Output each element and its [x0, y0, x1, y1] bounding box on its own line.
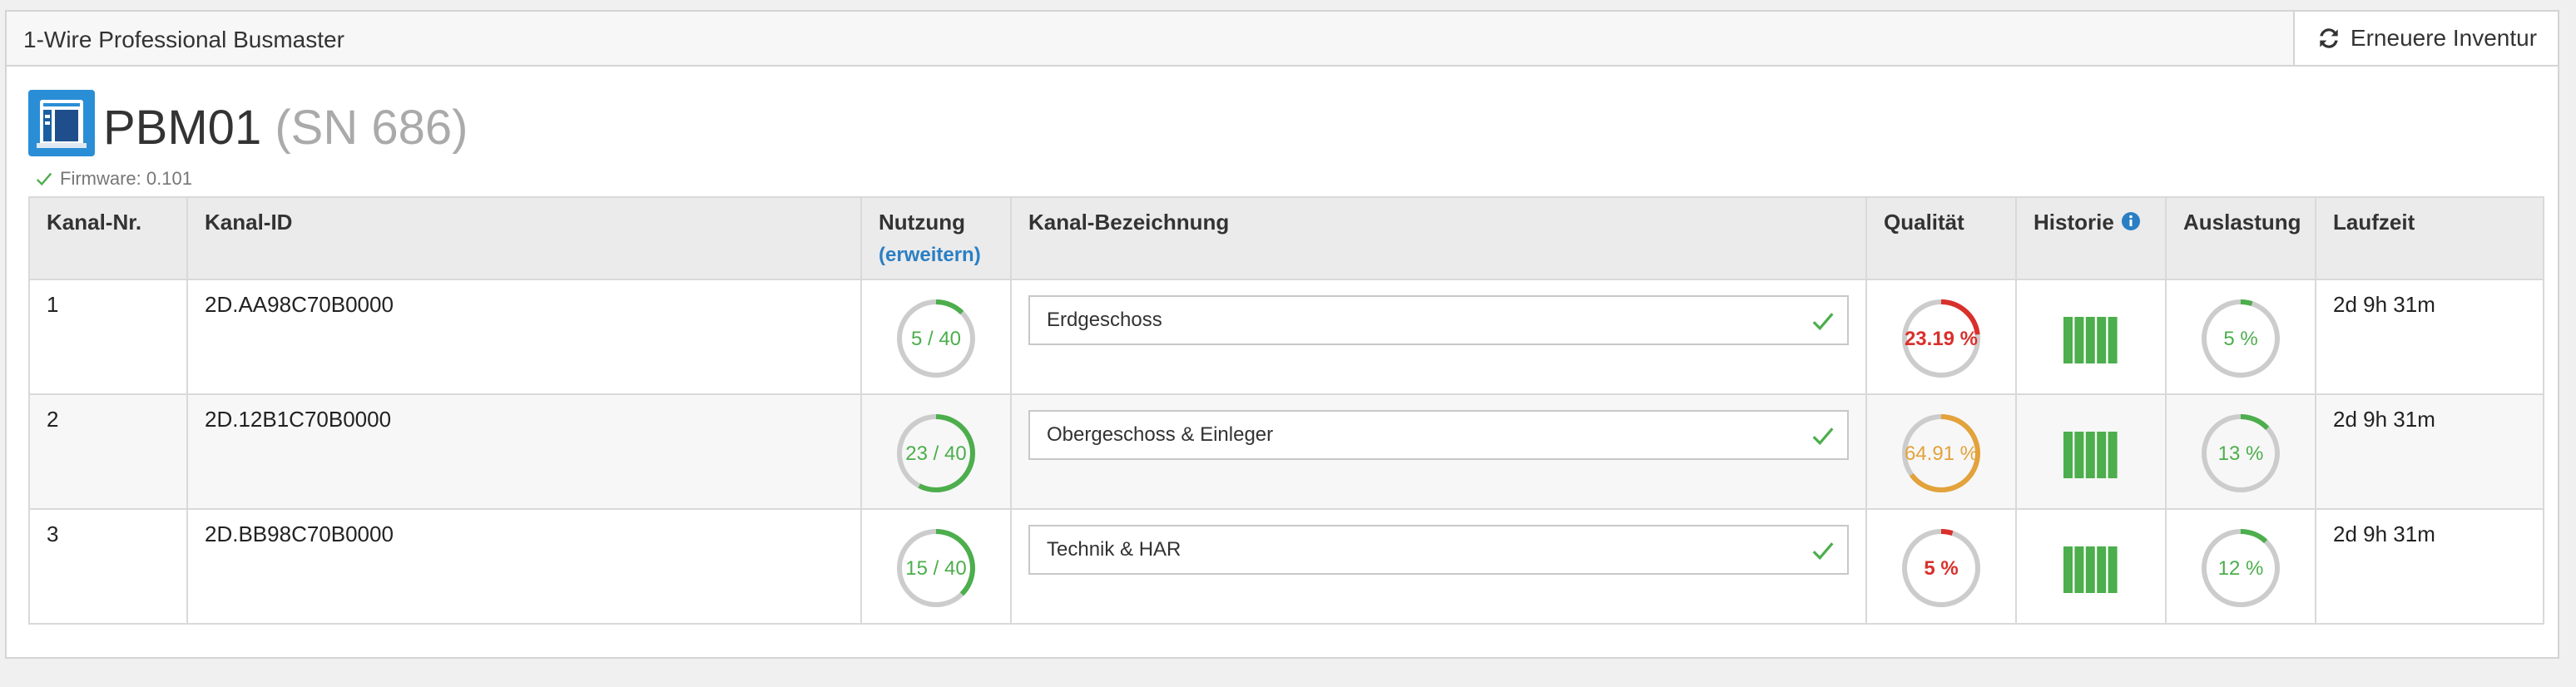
refresh-inventory-label: Erneuere Inventur	[2350, 25, 2538, 51]
device-title: PBM01 (SN 686)	[103, 100, 468, 156]
quality-gauge-value: 5 %	[1924, 557, 1958, 580]
history-bar	[2085, 317, 2095, 363]
quality-cell: 23.19 %	[1865, 279, 2017, 395]
check-icon	[1812, 428, 1834, 446]
history-bar	[2108, 432, 2118, 478]
channel-number: 3	[28, 508, 188, 625]
load-gauge: 5 %	[2202, 299, 2280, 378]
firmware-version: Firmware: 0.101	[60, 168, 192, 189]
load-cell: 5 %	[2165, 279, 2316, 395]
channel-label-cell	[1010, 508, 1867, 625]
busmaster-device-icon	[28, 90, 95, 156]
channel-table: Kanal-Nr. Kanal-ID Nutzung (erweitern) K…	[28, 196, 2544, 625]
quality-gauge: 23.19 %	[1902, 299, 1980, 378]
header-quality[interactable]: Qualität	[1865, 196, 2017, 280]
firmware-info: Firmware: 0.101	[35, 168, 192, 190]
header-runtime[interactable]: Laufzeit	[2315, 196, 2544, 280]
runtime: 2d 9h 31m	[2315, 279, 2544, 395]
channel-id: 2D.AA98C70B0000	[186, 279, 862, 395]
usage-gauge-value: 5 / 40	[911, 328, 961, 350]
device-name: PBM01	[103, 101, 262, 155]
history-bars-icon[interactable]	[2063, 546, 2118, 593]
usage-cell: 15 / 40	[860, 508, 1012, 625]
info-icon[interactable]	[2121, 211, 2141, 231]
load-gauge-value: 12 %	[2218, 557, 2264, 580]
channel-label-field	[1028, 525, 1849, 575]
usage-cell: 23 / 40	[860, 393, 1012, 510]
history-bar	[2085, 546, 2095, 593]
history-bar	[2108, 317, 2118, 363]
header-history[interactable]: Historie	[2015, 196, 2167, 280]
channel-row: 22D.12B1C70B0000 23 / 40 64.91 % 13 % 2d 9h …	[28, 393, 2544, 510]
channel-label-input[interactable]	[1030, 526, 1812, 573]
quality-gauge: 64.91 %	[1902, 414, 1980, 492]
load-gauge: 13 %	[2202, 414, 2280, 492]
check-icon	[36, 172, 52, 186]
quality-cell: 64.91 %	[1865, 393, 2017, 510]
quality-gauge: 5 %	[1902, 529, 1980, 607]
refresh-inventory-button[interactable]: Erneuere Inventur	[2293, 12, 2558, 65]
load-cell: 13 %	[2165, 393, 2316, 510]
history-cell	[2015, 279, 2167, 395]
header-channel-no[interactable]: Kanal-Nr.	[28, 196, 188, 280]
channel-label-input[interactable]	[1030, 297, 1812, 344]
quality-cell: 5 %	[1865, 508, 2017, 625]
history-bars-icon[interactable]	[2063, 432, 2118, 478]
history-bar	[2097, 317, 2107, 363]
history-bar	[2063, 317, 2073, 363]
history-cell	[2015, 393, 2167, 510]
check-icon	[1812, 542, 1834, 561]
quality-gauge-value: 64.91 %	[1905, 442, 1978, 465]
history-bar	[2074, 432, 2084, 478]
header-usage[interactable]: Nutzung (erweitern)	[860, 196, 1012, 280]
channel-number: 2	[28, 393, 188, 510]
device-serial: (SN 686)	[275, 101, 468, 155]
check-icon	[1812, 313, 1834, 331]
header-load[interactable]: Auslastung	[2165, 196, 2316, 280]
history-cell	[2015, 508, 2167, 625]
history-bar	[2097, 546, 2107, 593]
channel-row: 32D.BB98C70B0000 15 / 40 5 % 12 % 2d 9h 31m	[28, 508, 2544, 625]
header-channel-id[interactable]: Kanal-ID	[186, 196, 862, 280]
history-bar	[2074, 546, 2084, 593]
header-channel-label[interactable]: Kanal-Bezeichnung	[1010, 196, 1867, 280]
usage-expand-link[interactable]: (erweitern)	[879, 244, 993, 267]
history-bars-icon[interactable]	[2063, 317, 2118, 363]
channel-label-field	[1028, 295, 1849, 345]
header-usage-label: Nutzung	[879, 210, 965, 235]
load-cell: 12 %	[2165, 508, 2316, 625]
header-history-label: Historie	[2034, 210, 2114, 235]
channel-id: 2D.12B1C70B0000	[186, 393, 862, 510]
channel-id: 2D.BB98C70B0000	[186, 508, 862, 625]
runtime: 2d 9h 31m	[2315, 393, 2544, 510]
load-gauge: 12 %	[2202, 529, 2280, 607]
load-gauge-value: 13 %	[2218, 442, 2264, 465]
panel-header: 1-Wire Professional Busmaster Erneuere I…	[7, 12, 2558, 67]
channel-label-field	[1028, 410, 1849, 460]
history-bar	[2063, 546, 2073, 593]
channel-row: 12D.AA98C70B0000 5 / 40 23.19 % 5 % 2d 9h 31…	[28, 279, 2544, 395]
usage-gauge: 5 / 40	[897, 299, 975, 378]
history-bar	[2063, 432, 2073, 478]
history-bar	[2074, 317, 2084, 363]
runtime: 2d 9h 31m	[2315, 508, 2544, 625]
load-gauge-value: 5 %	[2223, 328, 2257, 350]
refresh-icon	[2320, 28, 2338, 48]
history-bar	[2085, 432, 2095, 478]
channel-number: 1	[28, 279, 188, 395]
history-bar	[2097, 432, 2107, 478]
channel-label-cell	[1010, 279, 1867, 395]
panel-title: 1-Wire Professional Busmaster	[23, 27, 344, 52]
usage-gauge: 15 / 40	[897, 529, 975, 607]
channel-label-input[interactable]	[1030, 412, 1812, 458]
quality-gauge-value: 23.19 %	[1905, 328, 1978, 350]
history-bar	[2108, 546, 2118, 593]
busmaster-panel: 1-Wire Professional Busmaster Erneuere I…	[5, 10, 2559, 659]
usage-gauge-value: 15 / 40	[905, 557, 966, 580]
channel-label-cell	[1010, 393, 1867, 510]
table-header-row: Kanal-Nr. Kanal-ID Nutzung (erweitern) K…	[28, 196, 2544, 280]
usage-gauge: 23 / 40	[897, 414, 975, 492]
usage-gauge-value: 23 / 40	[905, 442, 966, 465]
usage-cell: 5 / 40	[860, 279, 1012, 395]
